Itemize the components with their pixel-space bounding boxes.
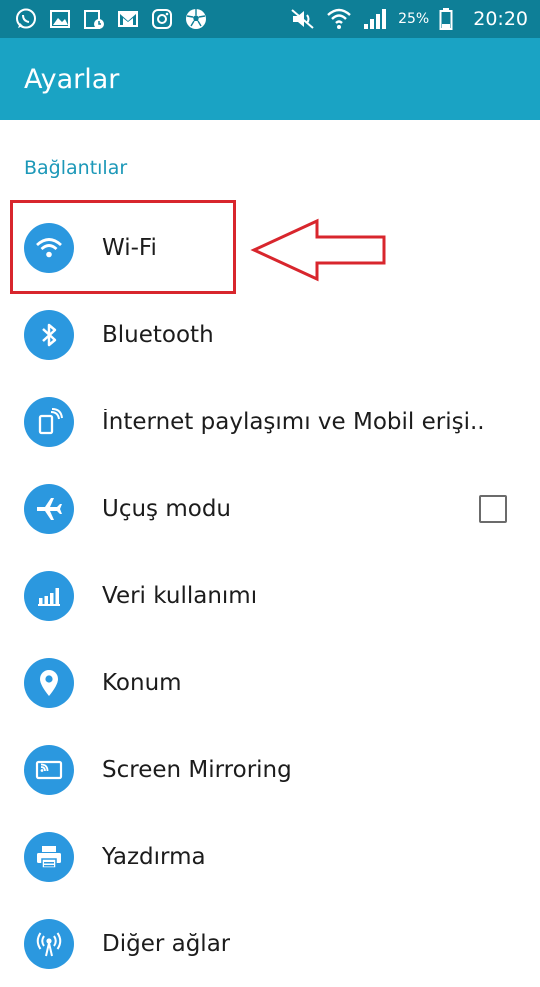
settings-item-label: Screen Mirroring — [102, 756, 292, 783]
battery-icon — [439, 7, 453, 31]
settings-item-printing[interactable]: Yazdırma — [0, 813, 540, 900]
battery-percent: 25% — [398, 11, 430, 27]
settings-item-data-usage[interactable]: Veri kullanımı — [0, 552, 540, 639]
wifi-icon — [24, 222, 74, 273]
notification-icons — [14, 7, 208, 31]
settings-list: Wi-Fi Bluetooth İnternet paylaşımı ve Mo… — [0, 204, 540, 987]
settings-item-screen-mirroring[interactable]: Screen Mirroring — [0, 726, 540, 813]
gmail-icon — [116, 7, 140, 31]
settings-item-location[interactable]: Konum — [0, 639, 540, 726]
gallery-icon — [48, 7, 72, 31]
system-indicators: 25% 20:20 — [290, 6, 528, 32]
bluetooth-icon — [24, 309, 74, 360]
instagram-icon — [150, 7, 174, 31]
annotation-arrow — [250, 218, 386, 282]
airplane-icon — [24, 483, 74, 534]
settings-item-label: Uçuş modu — [102, 495, 232, 522]
other-networks-icon — [24, 918, 74, 969]
settings-item-label: Yazdırma — [102, 843, 206, 870]
clock: 20:20 — [473, 8, 528, 30]
settings-item-bluetooth[interactable]: Bluetooth — [0, 291, 540, 378]
settings-item-tethering[interactable]: İnternet paylaşımı ve Mobil erişi.. — [0, 378, 540, 465]
settings-item-other-networks[interactable]: Diğer ağlar — [0, 900, 540, 987]
settings-item-label: Konum — [102, 669, 182, 696]
wifi-signal-icon — [326, 6, 352, 32]
data-usage-icon — [24, 570, 74, 621]
app-bar: Ayarlar — [0, 38, 540, 120]
mute-icon — [290, 7, 316, 31]
status-bar: 25% 20:20 — [0, 0, 540, 38]
settings-item-airplane-mode[interactable]: Uçuş modu — [0, 465, 540, 552]
page-title: Ayarlar — [24, 63, 120, 95]
location-icon — [24, 657, 74, 708]
whatsapp-icon — [14, 7, 38, 31]
section-header: Bağlantılar — [24, 157, 128, 179]
screen-mirroring-icon — [24, 744, 74, 795]
settings-item-label: İnternet paylaşımı ve Mobil erişi.. — [102, 408, 485, 435]
settings-item-label: Bluetooth — [102, 321, 214, 348]
settings-item-label: Diğer ağlar — [102, 930, 231, 957]
printer-icon — [24, 831, 74, 882]
soccer-ball-icon — [184, 7, 208, 31]
settings-item-label: Veri kullanımı — [102, 582, 258, 609]
calendar-icon — [82, 7, 106, 31]
cell-signal-icon — [362, 7, 388, 31]
tethering-icon — [24, 396, 74, 447]
airplane-mode-checkbox[interactable] — [479, 494, 507, 523]
settings-item-label: Wi-Fi — [102, 234, 157, 261]
